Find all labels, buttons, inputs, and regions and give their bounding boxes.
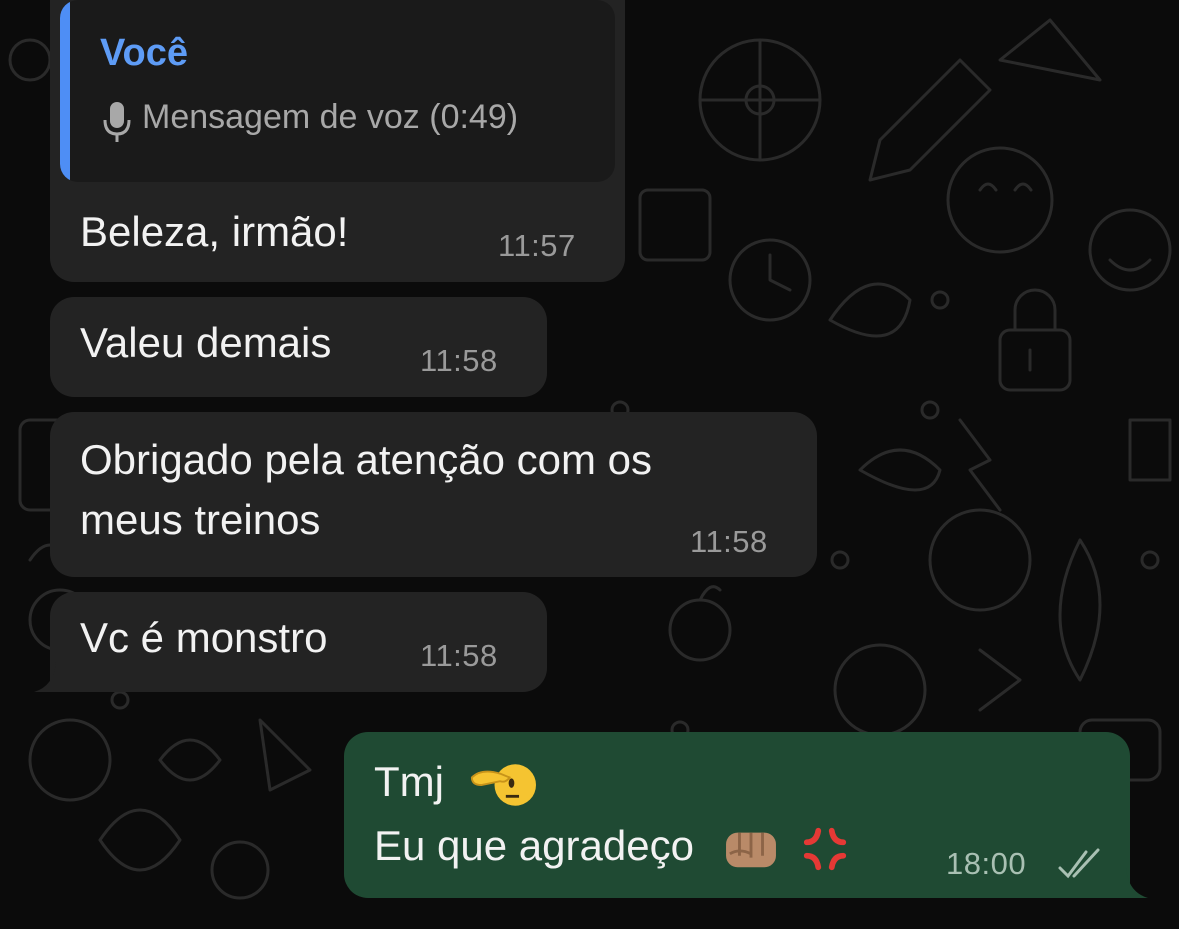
- message-text: Valeu demais: [80, 319, 332, 366]
- message-text-thanks: Eu que agradeço: [374, 822, 694, 869]
- message-text: Vc é monstro: [80, 614, 328, 661]
- message-text-tmj: Tmj: [374, 758, 444, 805]
- message-bubble-incoming[interactable]: Valeu demais 11:58: [50, 297, 547, 397]
- fist-medium-skin-emoji: [725, 832, 776, 868]
- message-time: 18:00: [946, 846, 1027, 881]
- message-time: 11:58: [690, 524, 768, 559]
- message-time: 11:58: [420, 343, 498, 378]
- message-bubble-incoming[interactable]: Obrigado pela atenção com os meus treino…: [50, 412, 817, 577]
- anger-symbol-emoji: [804, 827, 847, 871]
- message-time: 11:58: [420, 638, 498, 673]
- message-bubble-outgoing[interactable]: Tmj Eu que agradeço 18:00: [344, 732, 1130, 898]
- quote-text: Mensagem de voz (0:49): [142, 98, 519, 136]
- quote-accent-bar: [60, 0, 70, 182]
- message-text-line-2: meus treinos: [80, 496, 321, 543]
- message-text-line-1: Obrigado pela atenção com os: [80, 436, 653, 483]
- message-time: 11:57: [498, 228, 576, 263]
- message-text: Beleza, irmão!: [80, 208, 349, 255]
- quoted-message[interactable]: Você Mensagem de voz (0:49): [60, 0, 615, 182]
- message-bubble-incoming[interactable]: Você Mensagem de voz (0:49) Beleza, irmã…: [50, 0, 625, 282]
- mic-icon: [103, 102, 131, 142]
- bubble-tail-incoming: [34, 662, 64, 692]
- message-text-line-1: Tmj: [374, 752, 536, 812]
- double-check-icon: [1058, 848, 1100, 879]
- bubble-tail-outgoing: [1118, 868, 1148, 898]
- message-bubble-incoming[interactable]: Vc é monstro 11:58: [50, 592, 547, 692]
- saluting-face-emoji: [470, 764, 536, 806]
- message-text-line-2: Eu que agradeço: [374, 816, 849, 876]
- quote-author: Você: [100, 32, 189, 74]
